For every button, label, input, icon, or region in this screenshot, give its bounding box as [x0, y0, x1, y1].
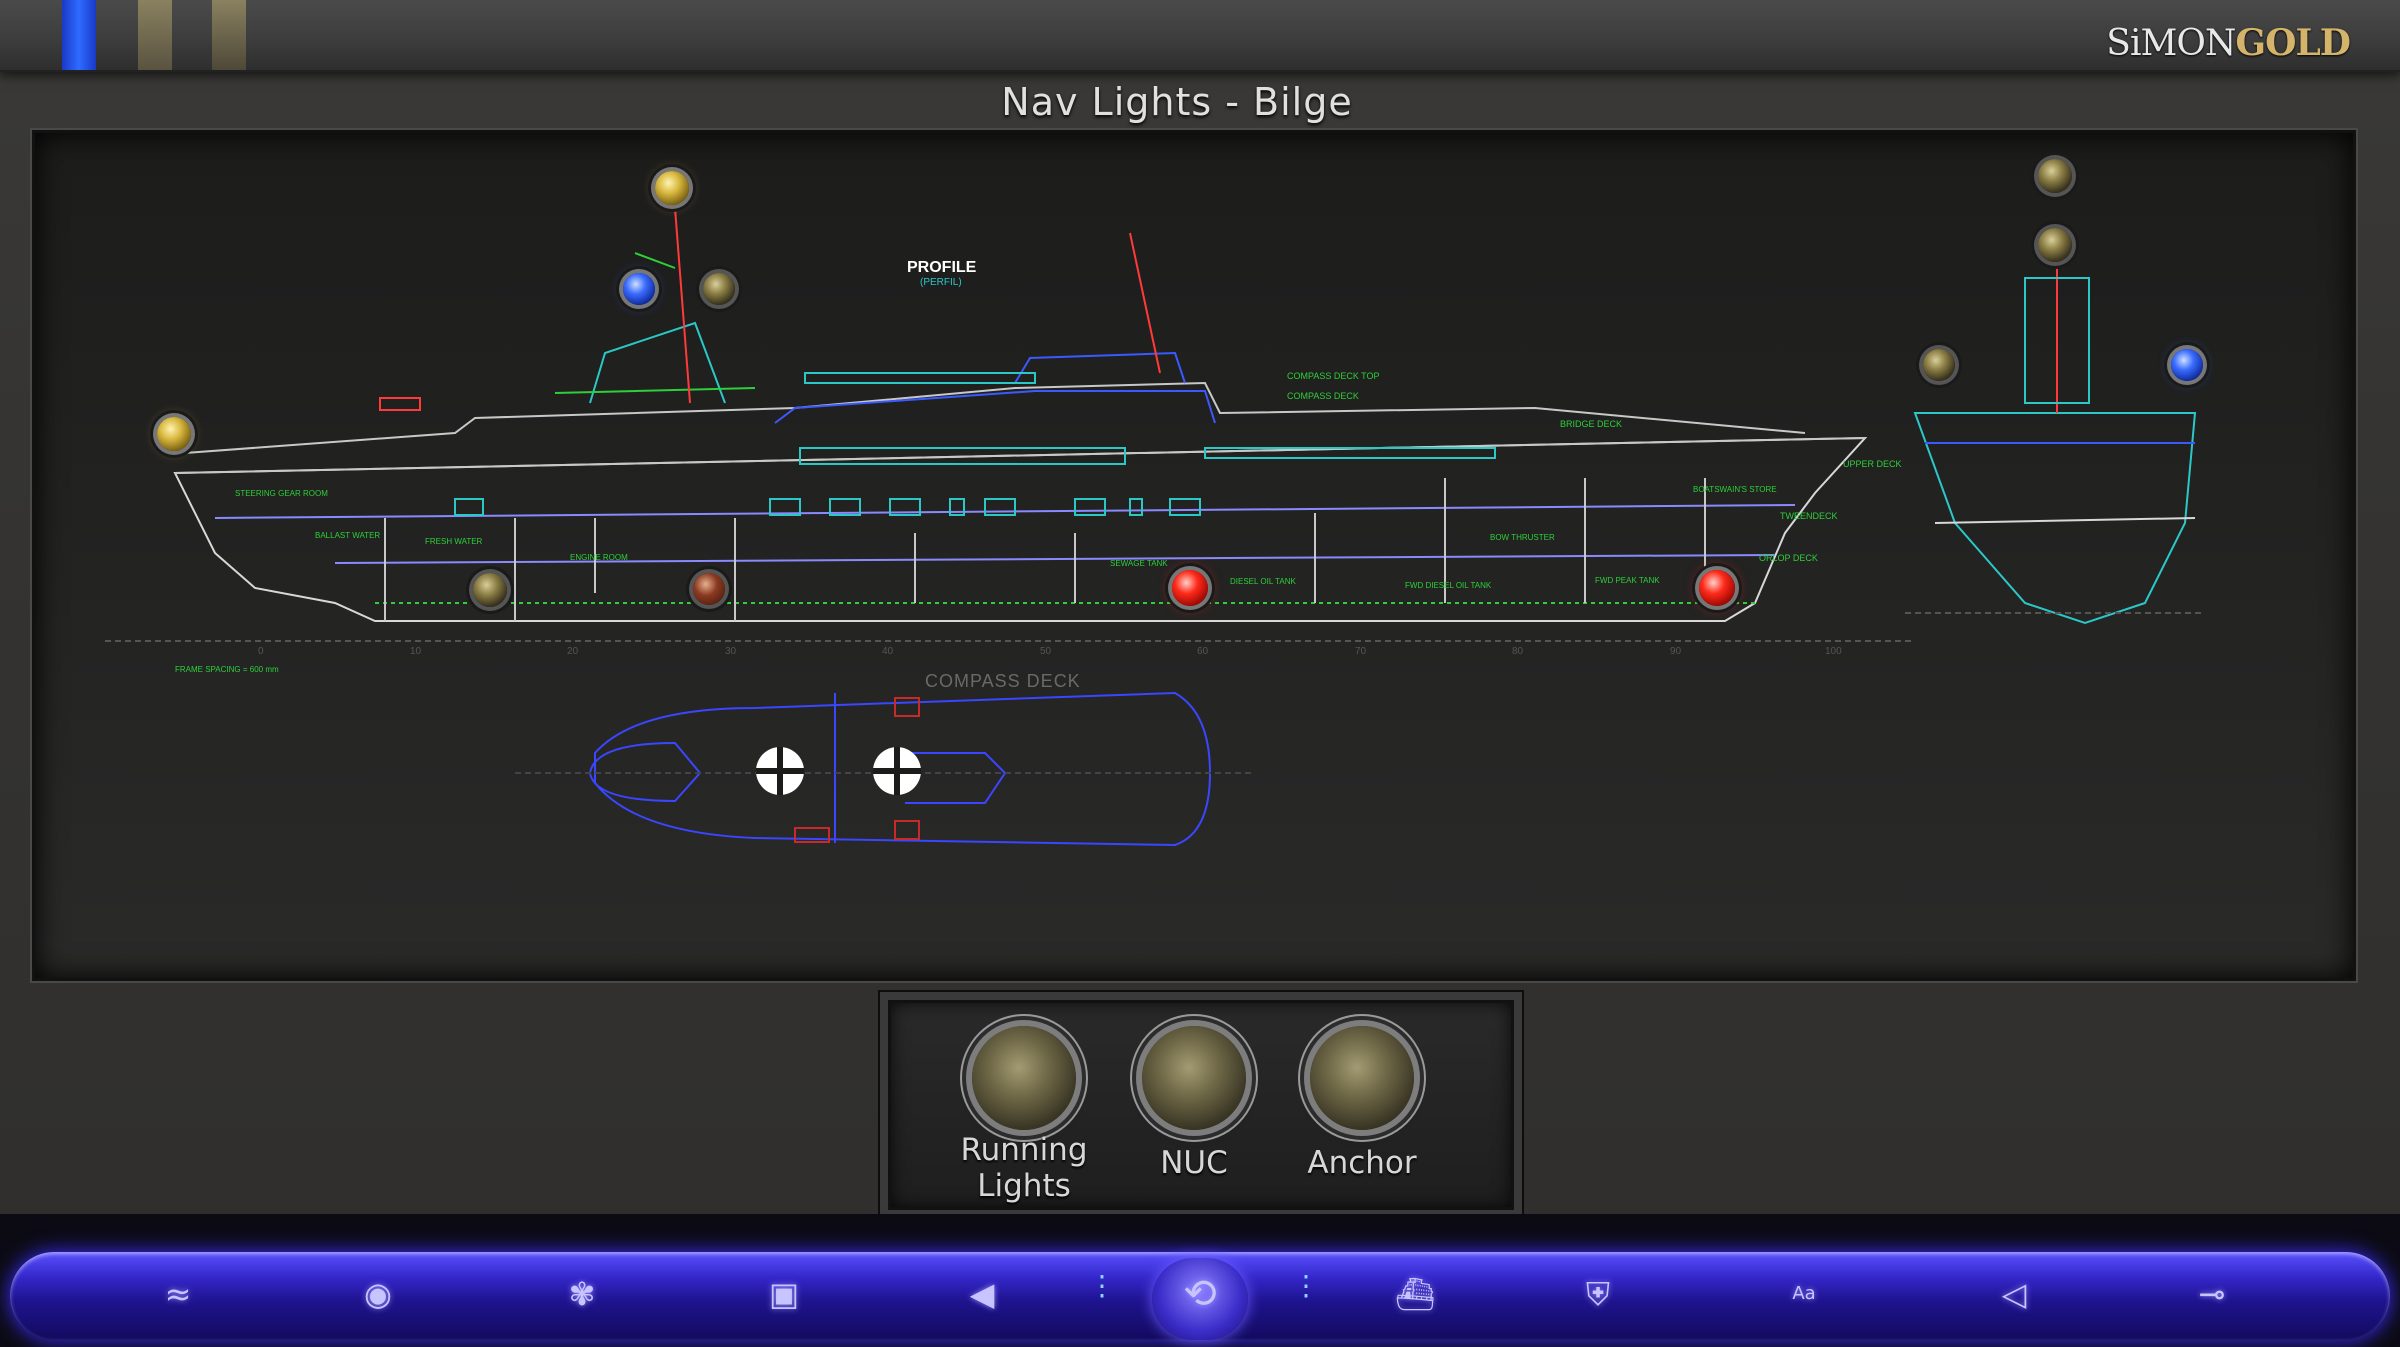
anchor-label: Anchor — [1307, 1145, 1417, 1181]
room-label-fwd-diesel-oil: FWD DIESEL OIL TANK — [1405, 581, 1492, 590]
room-label-bow-thruster: BOW THRUSTER — [1490, 533, 1555, 542]
bilge-alarm-light-aft[interactable] — [1172, 570, 1208, 606]
running-lights-button[interactable] — [972, 1026, 1076, 1130]
starboard-sidelight[interactable] — [703, 273, 735, 305]
port-sidelight[interactable] — [623, 273, 655, 305]
frame-tick: 60 — [1197, 646, 1209, 657]
status-indicator-blue[interactable] — [62, 0, 96, 70]
frame-tick: 100 — [1825, 646, 1842, 657]
dock-separator: ⋮ — [1088, 1272, 1116, 1320]
room-label-fwd-peak-tank: FWD PEAK TANK — [1595, 576, 1660, 585]
box-icon[interactable]: ▣ — [762, 1272, 806, 1316]
nuc-button[interactable] — [1142, 1026, 1246, 1130]
compass-symbol-right — [873, 747, 921, 795]
frame-tick: 70 — [1355, 646, 1367, 657]
room-label-diesel-oil: DIESEL OIL TANK — [1230, 577, 1296, 586]
link-icon[interactable]: ⊸ — [2190, 1272, 2234, 1316]
profile-sub-label: (PERFIL) — [920, 277, 962, 288]
shield-icon[interactable]: ⛨ — [1576, 1272, 1620, 1316]
waves-icon[interactable]: ≈ — [156, 1272, 200, 1316]
horn-icon[interactable]: ◀ — [960, 1272, 1004, 1316]
masthead-light[interactable] — [655, 171, 689, 205]
deck-label-compass: COMPASS DECK — [1287, 391, 1359, 401]
fan-icon[interactable]: ✾ — [560, 1272, 604, 1316]
running-lights-label-line2: Lights — [977, 1168, 1071, 1204]
engine-room-light-1[interactable] — [473, 573, 507, 607]
frame-tick: 20 — [567, 646, 579, 657]
frame-tick: 40 — [882, 646, 894, 657]
vessel-schematic-panel: PROFILE (PERFIL) COMPASS DECK COMPASS DE… — [32, 130, 2356, 981]
engine-room-light-2[interactable] — [693, 573, 725, 605]
frame-tick: 50 — [1040, 646, 1052, 657]
compass-deck-label: COMPASS DECK — [925, 671, 1081, 691]
disc-icon[interactable]: ◉ — [356, 1272, 400, 1316]
deck-label-orlop: ORLOP DECK — [1759, 553, 1818, 563]
frame-tick: 0 — [258, 646, 264, 657]
frame-tick: 10 — [410, 646, 422, 657]
light-controls-panel: Running Lights NUC Anchor — [880, 992, 1522, 1218]
stern-light[interactable] — [157, 417, 191, 451]
frame-tick: 90 — [1670, 646, 1682, 657]
anchor-button[interactable] — [1310, 1026, 1414, 1130]
room-label-boatswains-store: BOATSWAIN'S STORE — [1693, 485, 1777, 494]
running-lights-label: Running Lights — [934, 1132, 1114, 1204]
bow-masthead-light-lower[interactable] — [2038, 228, 2072, 262]
bow-view-port-light[interactable] — [1923, 349, 1955, 381]
deck-label-tweendeck: TWEENDECK — [1780, 511, 1838, 521]
room-label-steering-gear: STEERING GEAR ROOM — [235, 489, 328, 498]
compass-symbol-left — [756, 747, 804, 795]
simongold-logo: SiMONGOLD — [2106, 22, 2351, 64]
profile-label: PROFILE — [907, 259, 977, 276]
text-icon[interactable]: Aa — [1782, 1272, 1826, 1316]
running-lights-label-line1: Running — [960, 1132, 1088, 1168]
page-title: Nav Lights - Bilge — [1001, 80, 1353, 124]
status-indicator-gold-1[interactable] — [138, 0, 172, 70]
vessel-profile-drawing — [105, 207, 2205, 847]
deck-label-compass-top: COMPASS DECK TOP — [1287, 371, 1380, 381]
deck-label-bridge: BRIDGE DECK — [1560, 419, 1623, 429]
home-hub-icon: ⟲ — [1183, 1271, 1217, 1317]
deck-label-upper: UPPER DECK — [1843, 459, 1902, 469]
room-label-ballast-water: BALLAST WATER — [315, 531, 381, 540]
bilge-alarm-light-fwd[interactable] — [1699, 570, 1735, 606]
speaker-icon[interactable]: ◁ — [1992, 1272, 2036, 1316]
room-label-sewage-tank: SEWAGE TANK — [1110, 559, 1168, 568]
nuc-label: NUC — [1160, 1145, 1228, 1181]
dock-separator: ⋮ — [1292, 1272, 1320, 1320]
status-indicator-gold-2[interactable] — [212, 0, 246, 70]
room-label-fresh-water: FRESH WATER — [425, 537, 483, 546]
ship-icon[interactable]: ⛴ — [1380, 1272, 1450, 1316]
bow-view-starboard-light[interactable] — [2171, 349, 2203, 381]
frame-tick: 80 — [1512, 646, 1524, 657]
frame-spacing-note: FRAME SPACING = 600 mm — [175, 665, 279, 674]
room-label-engine-room: ENGINE ROOM — [570, 553, 628, 562]
top-bar: SiMONGOLD — [0, 0, 2400, 72]
bow-masthead-light-upper[interactable] — [2038, 159, 2072, 193]
frame-tick: 30 — [725, 646, 737, 657]
